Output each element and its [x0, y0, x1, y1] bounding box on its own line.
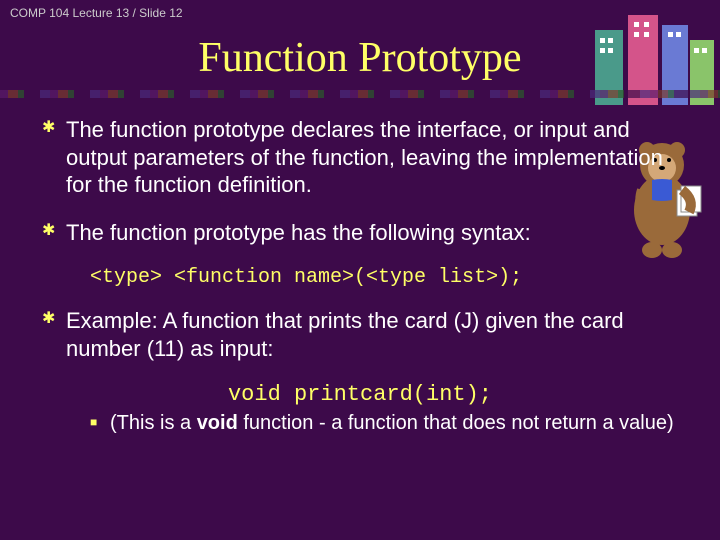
sub-text-post: function - a function that does not retu… — [238, 412, 674, 434]
content-area: The function prototype declares the inte… — [0, 116, 720, 436]
syntax-code: <type> <function name>(<type list>); — [90, 266, 678, 289]
example-code: void printcard(int); — [42, 382, 678, 407]
bullet-3: Example: A function that prints the card… — [42, 307, 678, 362]
sub-bullet-1: (This is a void function - a function th… — [90, 411, 678, 436]
bullet-2: The function prototype has the following… — [42, 219, 678, 247]
bullet-1: The function prototype declares the inte… — [42, 116, 678, 199]
sub-text-pre: (This is a — [110, 412, 197, 434]
divider-line — [0, 90, 720, 98]
sub-text-bold: void — [197, 412, 238, 434]
